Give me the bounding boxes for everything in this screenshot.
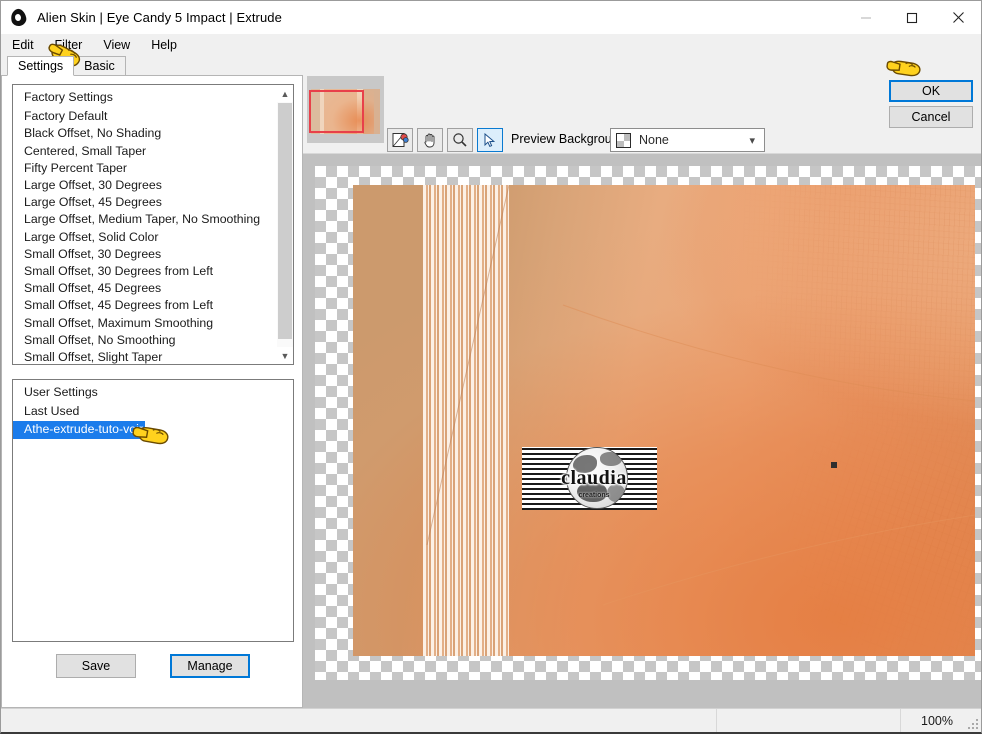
artwork-weave-layer-2 (695, 363, 975, 656)
plugin-dialog-window: Alien Skin | Eye Candy 5 Impact | Extrud… (0, 0, 982, 734)
user-settings-items: User Settings Last Used Athe-extrude-tut… (13, 380, 276, 641)
cancel-button[interactable]: Cancel (889, 106, 973, 128)
minimize-icon[interactable] (843, 1, 889, 34)
dialog-buttons: OK Cancel (889, 80, 973, 128)
list-item[interactable]: Large Offset, 45 Degrees (13, 194, 276, 211)
list-item[interactable]: Small Offset, 30 Degrees from Left (13, 263, 276, 280)
list-item[interactable]: Last Used (13, 403, 276, 420)
watermark-subtext: creations (578, 492, 610, 499)
list-item[interactable]: Centered, Small Taper (13, 143, 276, 160)
list-item[interactable]: Fifty Percent Taper (13, 160, 276, 177)
save-button[interactable]: Save (56, 654, 136, 678)
list-item[interactable]: Small Offset, Maximum Smoothing (13, 315, 276, 332)
list-item[interactable]: Small Offset, No Smoothing (13, 332, 276, 349)
list-item[interactable]: Small Offset, 45 Degrees from Left (13, 297, 276, 314)
preview-background-value: None (639, 133, 669, 147)
artwork-stripe-band (423, 185, 509, 656)
list-item[interactable]: Large Offset, Medium Taper, No Smoothing (13, 211, 276, 228)
navigator-viewport-rect[interactable] (309, 90, 364, 133)
tab-strip: Settings Basic (1, 56, 981, 76)
scroll-up-icon[interactable]: ▲ (277, 85, 293, 102)
list-item-selected-wrap[interactable]: Athe-extrude-tuto-voir (13, 420, 276, 439)
title-bar: Alien Skin | Eye Candy 5 Impact | Extrud… (1, 1, 981, 34)
list-item[interactable]: Factory Default (13, 108, 276, 125)
menu-item-edit[interactable]: Edit (9, 36, 43, 54)
status-left-cell (1, 709, 717, 732)
preview-toolbar: Preview Background: None ▾ OK Cancel (303, 76, 981, 153)
factory-settings-listbox[interactable]: Factory Settings Factory Default Black O… (12, 84, 294, 365)
window-title: Alien Skin | Eye Candy 5 Impact | Extrud… (37, 10, 282, 25)
manage-button[interactable]: Manage (170, 654, 250, 678)
menu-bar: Edit Filter View Help (1, 34, 981, 56)
scrollbar-thumb[interactable] (278, 103, 292, 339)
user-list-scrollbar[interactable] (276, 380, 293, 641)
preview-background-select[interactable]: None ▾ (610, 128, 765, 152)
tab-basic[interactable]: Basic (73, 56, 126, 76)
tool-group (387, 128, 503, 152)
status-middle-cell (717, 709, 901, 732)
list-item[interactable]: Large Offset, Solid Color (13, 229, 276, 246)
menu-item-filter[interactable]: Filter (52, 36, 92, 54)
menu-item-help[interactable]: Help (148, 36, 186, 54)
factory-settings-header: Factory Settings (24, 90, 113, 104)
preview-canvas[interactable]: claudia creations (303, 153, 981, 708)
chevron-down-icon[interactable]: ▾ (749, 134, 755, 147)
user-settings-listbox[interactable]: User Settings Last Used Athe-extrude-tut… (12, 379, 294, 642)
scroll-down-icon[interactable]: ▼ (277, 347, 293, 364)
settings-action-buttons: Save Manage (12, 654, 294, 678)
maximize-icon[interactable] (889, 1, 935, 34)
hand-pan-tool-icon[interactable] (417, 128, 443, 152)
list-item[interactable]: Black Offset, No Shading (13, 125, 276, 142)
zoom-magnifier-tool-icon[interactable] (447, 128, 473, 152)
window-controls (843, 1, 981, 34)
image-preview-tool-icon[interactable] (387, 128, 413, 152)
preview-cursor-marker (831, 462, 837, 468)
factory-settings-items: Factory Settings Factory Default Black O… (13, 85, 276, 364)
list-item[interactable]: Large Offset, 30 Degrees (13, 177, 276, 194)
status-bar: 100% (1, 708, 981, 732)
factory-list-scrollbar[interactable]: ▲ ▼ (276, 85, 293, 364)
close-icon[interactable] (935, 1, 981, 34)
watermark-text: claudia (561, 467, 627, 489)
list-item[interactable]: Small Offset, Slight Taper (13, 349, 276, 364)
user-settings-header: User Settings (24, 385, 98, 399)
settings-panel: Factory Settings Factory Default Black O… (1, 75, 303, 708)
dialog-body: Factory Settings Factory Default Black O… (1, 75, 981, 708)
menu-item-view[interactable]: View (100, 36, 139, 54)
watermark-claudia: claudia creations (522, 447, 657, 510)
ok-button[interactable]: OK (889, 80, 973, 102)
tab-settings[interactable]: Settings (7, 56, 75, 76)
alien-skin-icon (9, 7, 29, 28)
arrow-select-tool-icon[interactable] (477, 128, 503, 152)
list-item[interactable]: Small Offset, 30 Degrees (13, 246, 276, 263)
preview-panel: Preview Background: None ▾ OK Cancel cla… (303, 76, 981, 708)
resize-grip-icon[interactable] (963, 709, 981, 732)
list-item-selected[interactable]: Athe-extrude-tuto-voir (13, 421, 145, 439)
navigator-thumbnail[interactable] (307, 76, 384, 143)
status-zoom-level: 100% (921, 713, 953, 728)
checkerboard-swatch-icon (616, 132, 631, 148)
list-item[interactable]: Small Offset, 45 Degrees (13, 280, 276, 297)
preview-artwork (353, 185, 975, 656)
